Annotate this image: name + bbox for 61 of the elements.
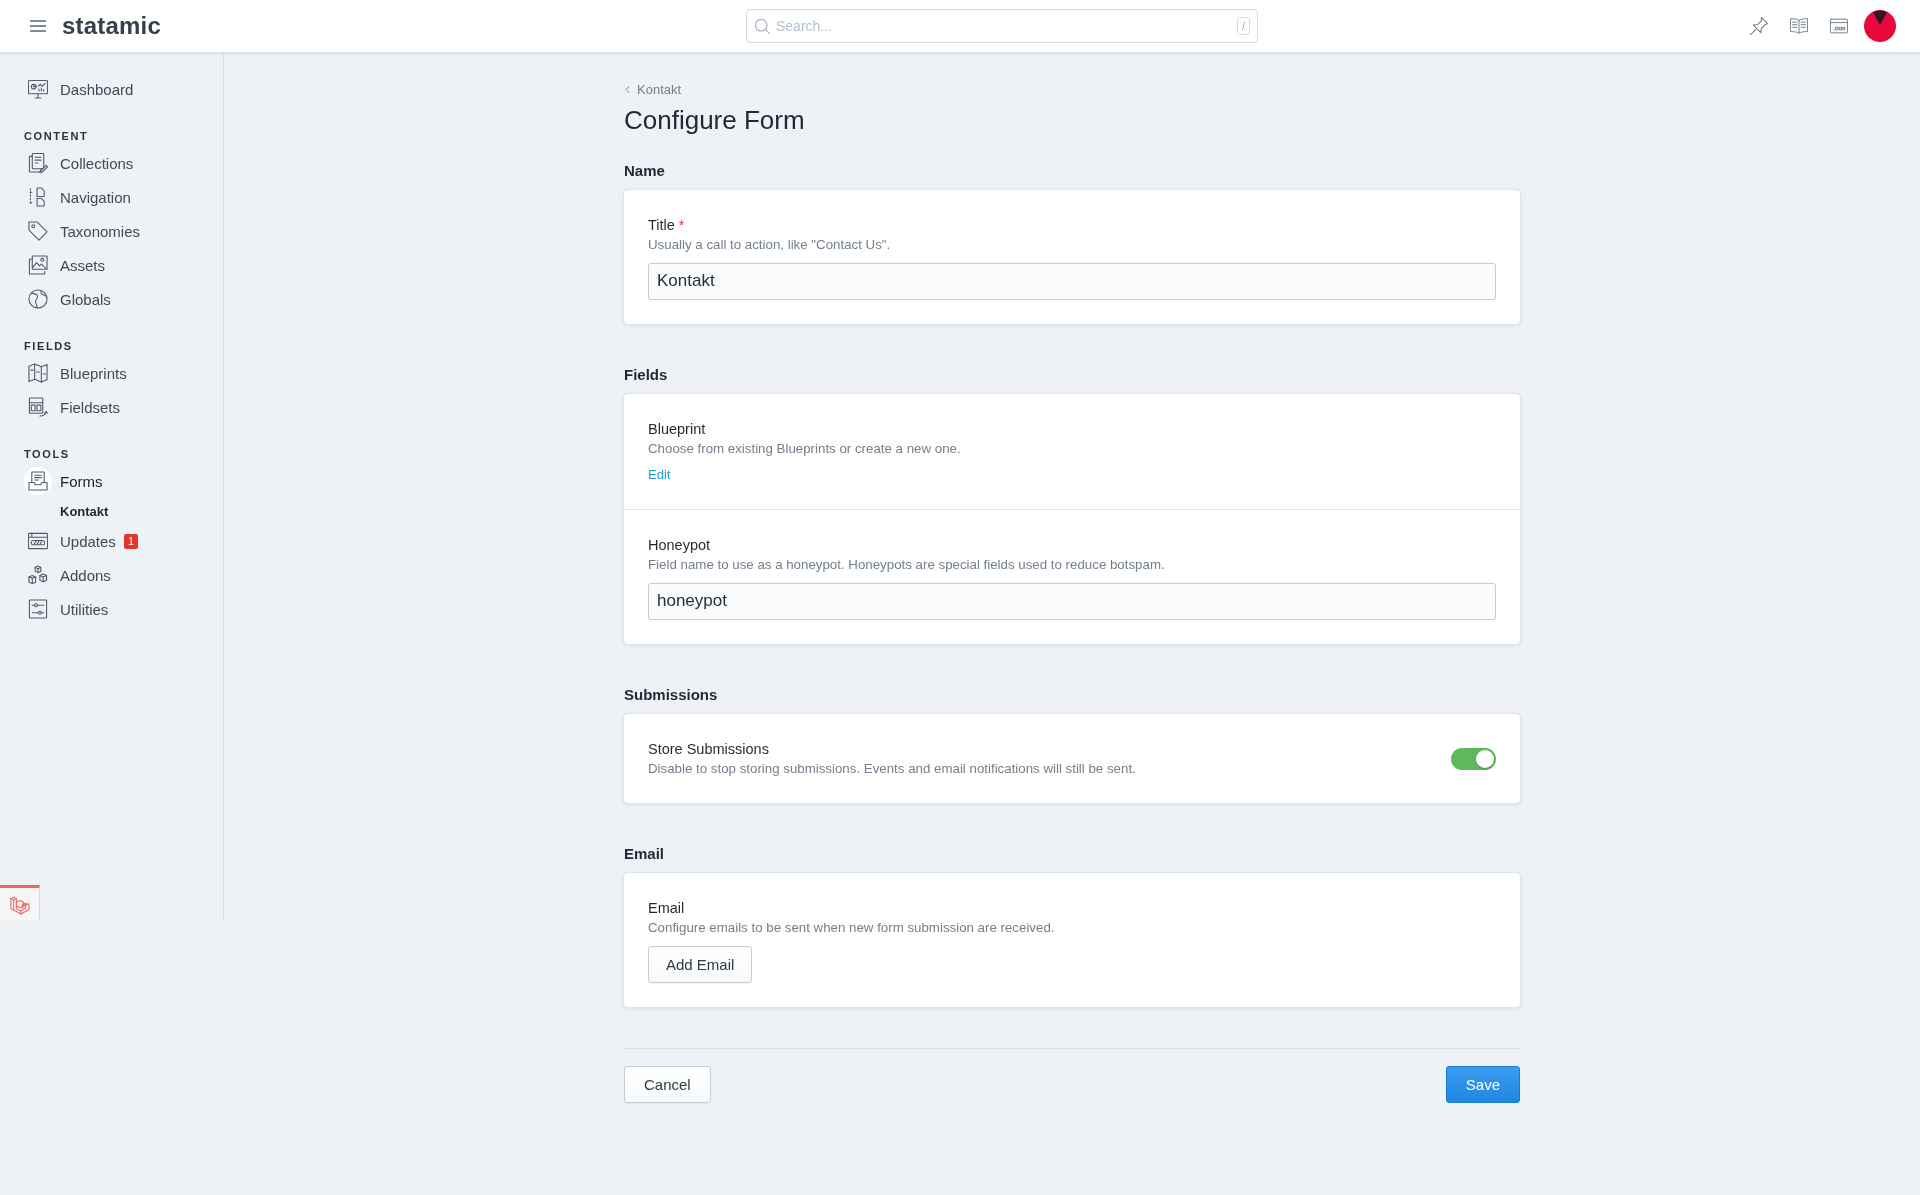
sidebar-heading: TOOLS bbox=[24, 447, 70, 462]
sliders-icon bbox=[28, 599, 48, 619]
section-heading: Name bbox=[624, 160, 665, 181]
image-icon bbox=[28, 255, 48, 275]
field-label: Email bbox=[648, 898, 685, 918]
pin-icon[interactable] bbox=[1750, 17, 1768, 35]
sitemap-icon bbox=[28, 187, 48, 207]
section-heading: Submissions bbox=[624, 684, 718, 705]
debug-toggle-button[interactable] bbox=[0, 885, 40, 921]
text-input[interactable]: Kontakt bbox=[648, 262, 1496, 300]
page-title: Configure Form bbox=[624, 104, 805, 135]
layout-icon bbox=[28, 397, 48, 417]
inbox-icon bbox=[24, 467, 52, 495]
sidebar-item[interactable]: Globals bbox=[24, 282, 111, 316]
count-badge: 1 bbox=[123, 533, 138, 549]
help-text: Usually a call to action, like "Contact Us". bbox=[648, 235, 891, 254]
sidebar-item[interactable]: Taxonomies bbox=[24, 214, 141, 248]
sidebar-item[interactable]: Collections bbox=[24, 146, 134, 180]
documents-icon bbox=[28, 153, 48, 173]
sidebar-item[interactable]: Dashboard bbox=[24, 72, 134, 106]
avatar[interactable] bbox=[1864, 10, 1896, 42]
sidebar-subitem[interactable]: Kontakt bbox=[60, 498, 109, 524]
sidebar-item[interactable]: Blueprints bbox=[24, 356, 127, 390]
cancel-button[interactable]: Cancel bbox=[624, 1065, 711, 1103]
sidebar-item[interactable]: Assets bbox=[24, 248, 105, 282]
field-label: Title bbox=[648, 215, 675, 235]
section-heading: Fields bbox=[624, 364, 668, 385]
sidebar-heading: CONTENT bbox=[24, 129, 89, 144]
book-icon[interactable] bbox=[1790, 17, 1808, 35]
sidebar-heading: FIELDS bbox=[24, 339, 73, 354]
menu-icon[interactable] bbox=[30, 18, 46, 34]
search-icon bbox=[755, 19, 770, 34]
sidebar-item[interactable]: Navigation bbox=[24, 180, 131, 214]
help-text: Field name to use as a honeypot. Honeypots are special fields used to reduce botspam. bbox=[648, 555, 1165, 574]
field-label: Honeypot bbox=[648, 535, 711, 555]
field-label: Store Submissions bbox=[648, 739, 769, 759]
help-text: Configure emails to be sent when new form submission are received. bbox=[648, 918, 1055, 937]
map-icon bbox=[28, 363, 48, 383]
add-button[interactable]: Add Email bbox=[648, 945, 753, 983]
breadcrumb-link[interactable]: Kontakt bbox=[624, 80, 682, 99]
cubes-icon bbox=[28, 565, 48, 585]
chevron-left-icon bbox=[624, 86, 631, 93]
sidebar-item[interactable]: Fieldsets bbox=[24, 390, 121, 424]
sidebar-item[interactable]: Utilities bbox=[24, 592, 109, 626]
tag-icon bbox=[28, 221, 48, 241]
globe-icon bbox=[28, 289, 48, 309]
help-text: Choose from existing Blueprints or create a new one. bbox=[648, 439, 961, 458]
sidebar-item[interactable]: Addons bbox=[24, 558, 111, 592]
field-label: Blueprint bbox=[648, 419, 706, 439]
sidebar-item[interactable]: Updates 1 bbox=[24, 524, 138, 558]
text-input[interactable]: honeypot bbox=[648, 582, 1496, 620]
section-heading: Email bbox=[624, 843, 665, 864]
logo[interactable]: statamic bbox=[62, 12, 161, 40]
sidebar-item[interactable]: Forms bbox=[24, 464, 103, 498]
help-text: Disable to stop storing submissions. Events and email notifications will still be sent. bbox=[648, 759, 1136, 778]
required-mark: * bbox=[678, 215, 685, 235]
toggle-switch[interactable] bbox=[1451, 747, 1496, 770]
monitor-icon bbox=[28, 79, 48, 99]
logo-icon bbox=[9, 894, 30, 915]
browser-window-icon[interactable] bbox=[1830, 17, 1848, 35]
window-icon bbox=[28, 531, 48, 551]
